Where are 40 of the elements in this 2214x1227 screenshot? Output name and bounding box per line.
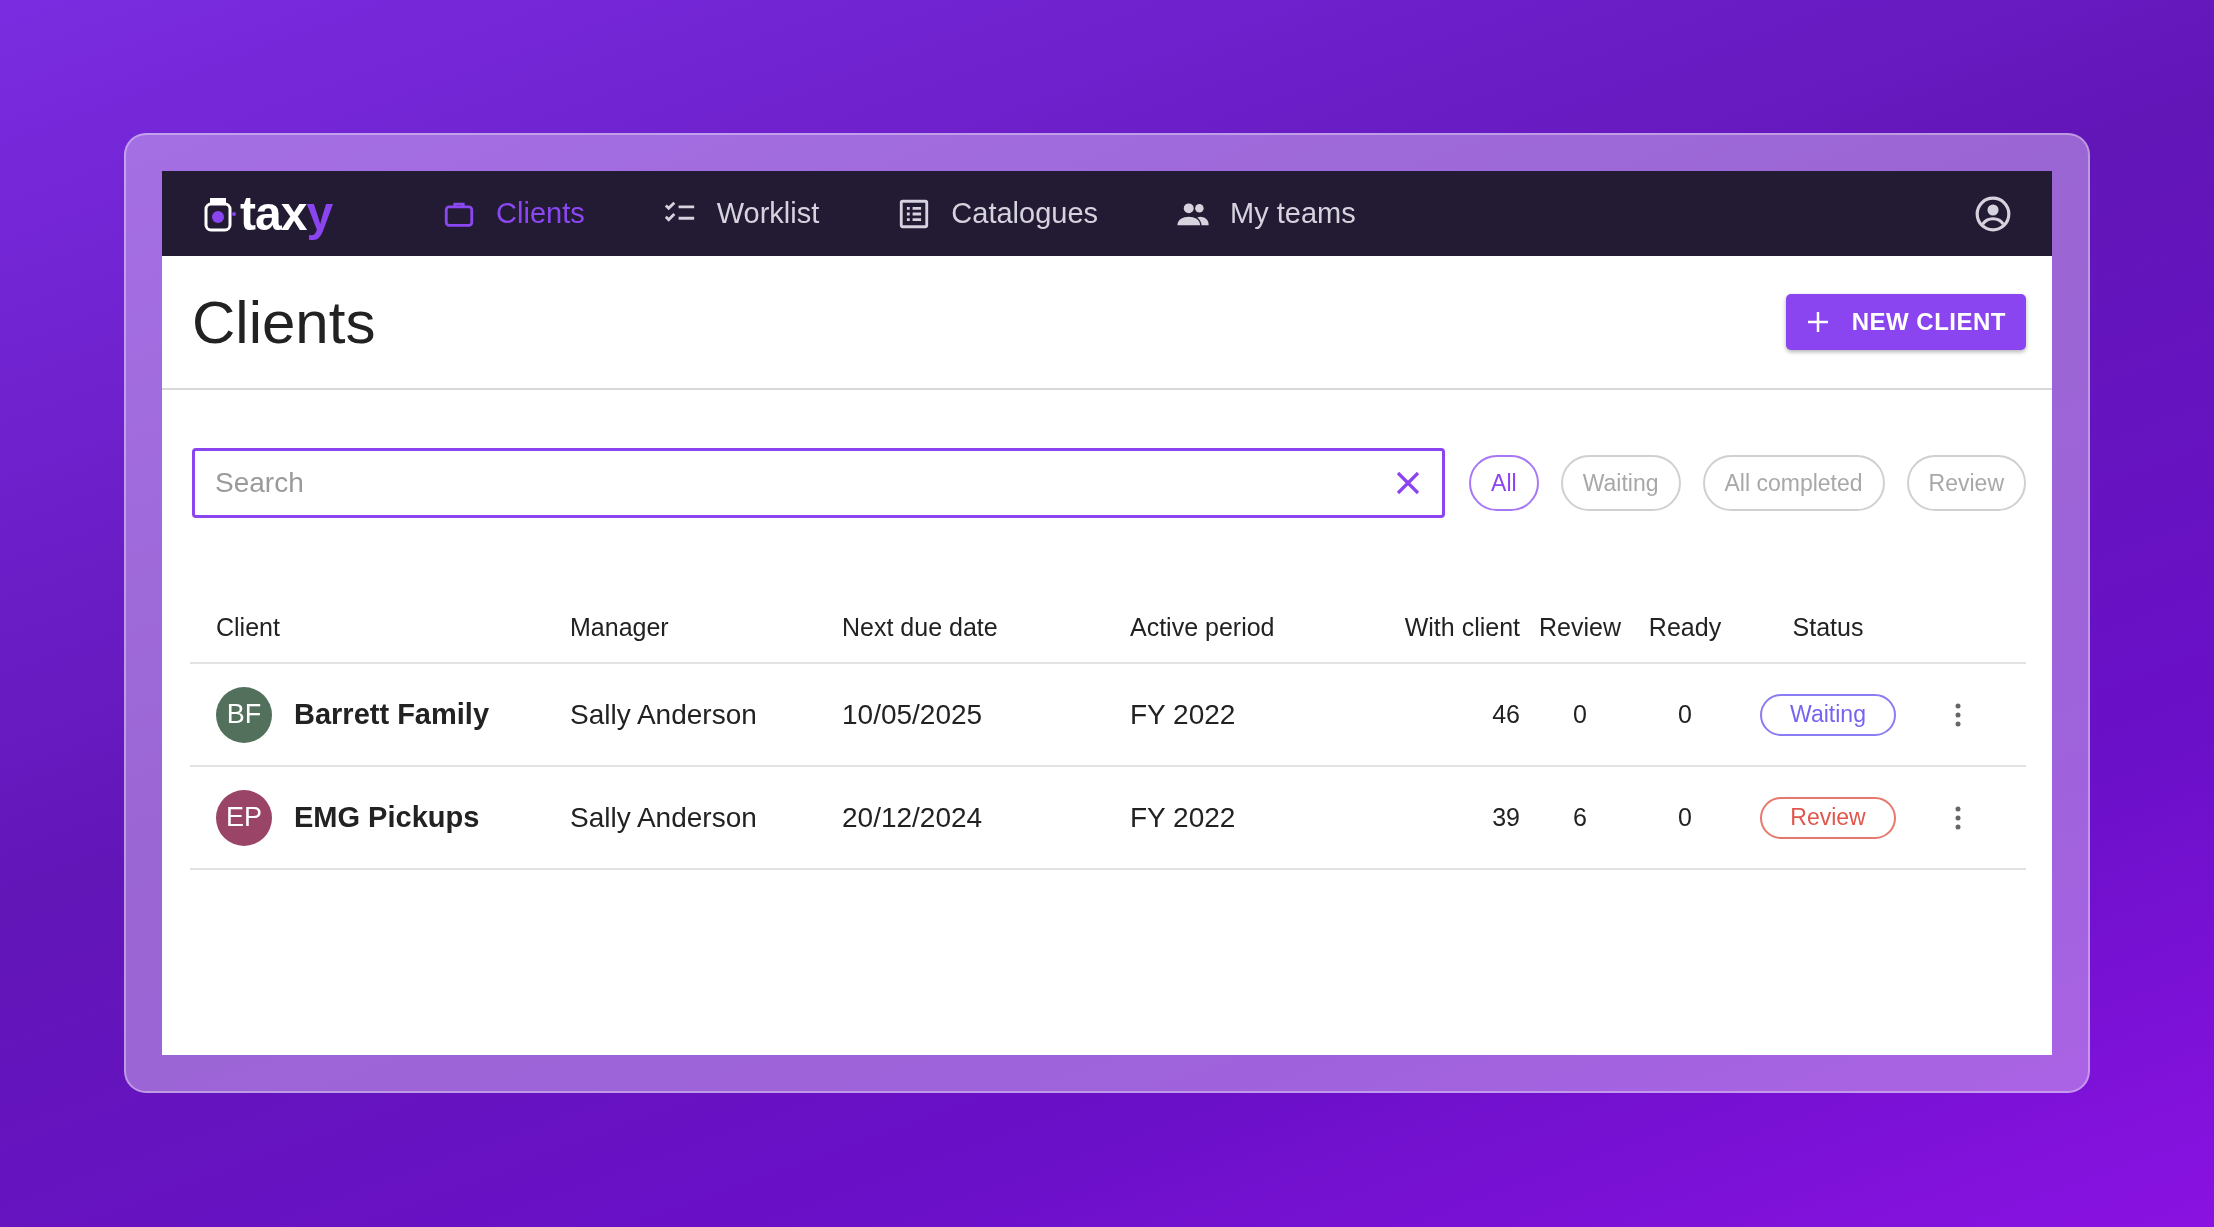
table-cell-text: 6 [1572,803,1588,832]
status-badge: Review [1760,796,1896,839]
avatar-initials: EP [216,789,272,846]
nav-tab[interactable]: Catalogues [897,196,1099,231]
column-header: Manager [570,612,670,642]
nav-tab[interactable]: Clients [442,196,585,231]
table-cell-text: 39 [1491,803,1520,832]
jar-icon [204,195,236,232]
column-header: Client [215,612,281,642]
table-cell-text: FY 2022 [1130,698,1237,731]
table-cell-text: 10/05/2025 [842,698,984,731]
client-name[interactable]: Barrett Family [294,698,489,731]
column-header: With client [1403,612,1520,642]
more-options-icon[interactable] [1954,701,1962,728]
more-options-icon[interactable] [1954,804,1962,831]
logo-text: taxy [240,189,333,238]
table-cell-text: Sally Anderson [570,698,758,731]
table-cell-text: 0 [1677,700,1693,729]
plus-icon [1805,310,1830,334]
nav-tab[interactable]: Worklist [662,196,820,231]
column-header: Active period [1130,612,1276,642]
table-cell-text: Sally Anderson [570,801,758,834]
status-badge: Waiting [1760,693,1896,736]
new-client-button[interactable]: NEW CLIENT [1785,294,2026,350]
search-field[interactable]: Search [192,448,1446,518]
column-header: Ready [1647,612,1723,642]
client-name[interactable]: EMG Pickups [294,801,480,834]
nav-tab[interactable]: My teams [1176,196,1356,231]
table-cell-text: 46 [1491,700,1520,729]
table-cell-text: FY 2022 [1130,801,1237,834]
column-header: Status [1791,612,1865,642]
avatar-initials: BF [216,686,272,743]
account-icon[interactable] [1974,194,2012,233]
filter-chip[interactable]: All [1469,455,1539,511]
page-title: Clients [192,287,376,357]
column-header: Review [1538,612,1622,642]
table-cell-text: 0 [1572,700,1588,729]
table-cell-text: 20/12/2024 [842,801,984,834]
table-cell-text: 0 [1677,803,1693,832]
column-header: Next due date [842,612,999,642]
